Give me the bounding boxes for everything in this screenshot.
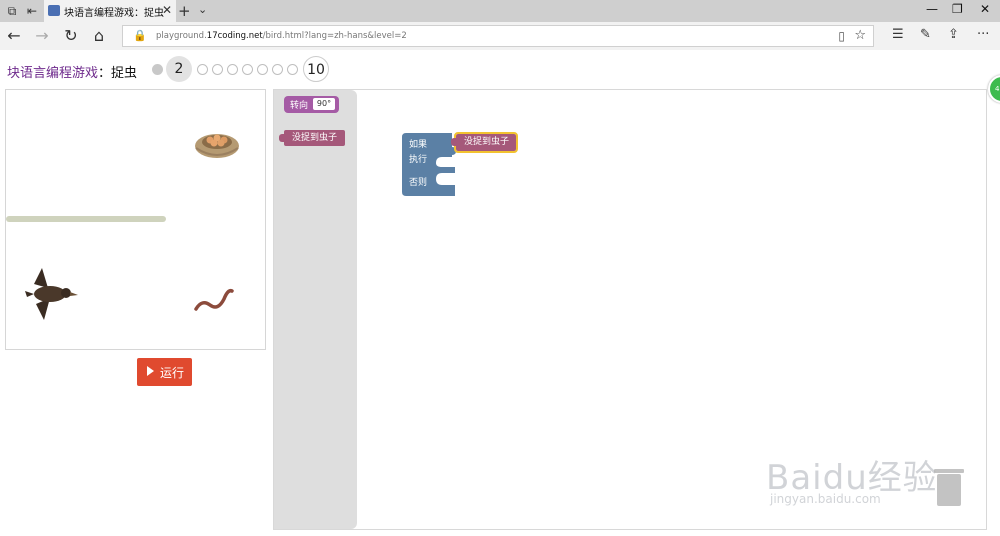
do-label: 执行 bbox=[409, 155, 428, 165]
current-level[interactable]: 2 bbox=[166, 56, 192, 82]
run-button[interactable]: 运行 bbox=[137, 358, 192, 386]
page-title: 块语言编程游戏：捉虫 bbox=[7, 66, 138, 81]
tab-strip: ⧉ ⇤ 块语言编程游戏：捉虫 ✕ + ⌄ — ❐ ✕ bbox=[0, 0, 1000, 22]
tab-list-icon[interactable]: ⌄ bbox=[198, 3, 207, 16]
wall bbox=[6, 216, 166, 222]
back-icon[interactable]: ← bbox=[4, 26, 24, 45]
level-dot-9[interactable] bbox=[287, 64, 298, 75]
favorites-hub-icon[interactable]: ☰ bbox=[892, 27, 904, 42]
pen-icon[interactable]: ✎ bbox=[920, 27, 931, 42]
site-favicon bbox=[48, 5, 60, 16]
window-close-icon[interactable]: ✕ bbox=[980, 2, 990, 16]
tab-title: 块语言编程游戏：捉虫 bbox=[64, 8, 164, 19]
level-dot-5[interactable] bbox=[227, 64, 238, 75]
bird-icon bbox=[25, 268, 78, 320]
turn-block-label: 转向 bbox=[290, 101, 309, 111]
minimize-icon[interactable]: — bbox=[926, 2, 938, 16]
turn-angle-field[interactable]: 90° bbox=[313, 98, 335, 110]
if-label: 如果 bbox=[409, 140, 428, 150]
condition-block-toolbox[interactable]: 没捉到虫子 bbox=[279, 130, 345, 146]
address-bar[interactable]: 🔒 playground.17coding.net/bird.html?lang… bbox=[122, 25, 874, 47]
reading-view-icon[interactable]: ▯ bbox=[838, 29, 845, 43]
trash-icon[interactable] bbox=[934, 469, 964, 506]
last-level[interactable]: 10 bbox=[303, 56, 329, 82]
more-icon[interactable]: ··· bbox=[977, 27, 989, 42]
watermark-sub: jingyan.baidu.com bbox=[770, 492, 881, 506]
nest-icon bbox=[195, 134, 239, 158]
if-else-block[interactable]: 如果 执行 否则 bbox=[402, 133, 456, 196]
lock-icon: 🔒 bbox=[133, 29, 147, 42]
play-icon bbox=[147, 366, 154, 376]
tab-preview-icon[interactable]: ⇤ bbox=[24, 3, 40, 19]
share-icon[interactable]: ⇪ bbox=[948, 27, 959, 42]
level-dot-3[interactable] bbox=[197, 64, 208, 75]
block-toolbox bbox=[274, 90, 357, 529]
run-button-label: 运行 bbox=[160, 366, 185, 380]
level-dot-4[interactable] bbox=[212, 64, 223, 75]
url-text: playground.17coding.net/bird.html?lang=z… bbox=[156, 31, 407, 41]
level-dot-1[interactable] bbox=[152, 64, 163, 75]
level-dot-6[interactable] bbox=[242, 64, 253, 75]
game-canvas bbox=[5, 89, 266, 350]
forward-icon: → bbox=[35, 26, 49, 45]
floating-badge[interactable]: 46 bbox=[988, 75, 1000, 103]
condition-block-selected[interactable]: 没捉到虫子 bbox=[451, 132, 518, 153]
tab-set-aside-icon[interactable]: ⧉ bbox=[4, 3, 20, 19]
worm-icon bbox=[194, 288, 234, 311]
home-icon[interactable]: ⌂ bbox=[89, 26, 109, 45]
refresh-icon[interactable]: ↻ bbox=[61, 26, 81, 45]
level-dot-8[interactable] bbox=[272, 64, 283, 75]
new-tab-icon[interactable]: + bbox=[178, 2, 191, 20]
else-label: 否则 bbox=[409, 178, 428, 188]
turn-block[interactable]: 转向 90° bbox=[284, 96, 339, 113]
level-dot-7[interactable] bbox=[257, 64, 268, 75]
browser-tab[interactable]: 块语言编程游戏：捉虫 ✕ bbox=[44, 0, 176, 22]
close-icon[interactable]: ✕ bbox=[162, 3, 172, 17]
favorite-star-icon[interactable]: ☆ bbox=[854, 28, 866, 43]
navigation-bar: ← → ↻ ⌂ 🔒 playground.17coding.net/bird.h… bbox=[0, 22, 1000, 50]
restore-icon[interactable]: ❐ bbox=[952, 2, 963, 16]
